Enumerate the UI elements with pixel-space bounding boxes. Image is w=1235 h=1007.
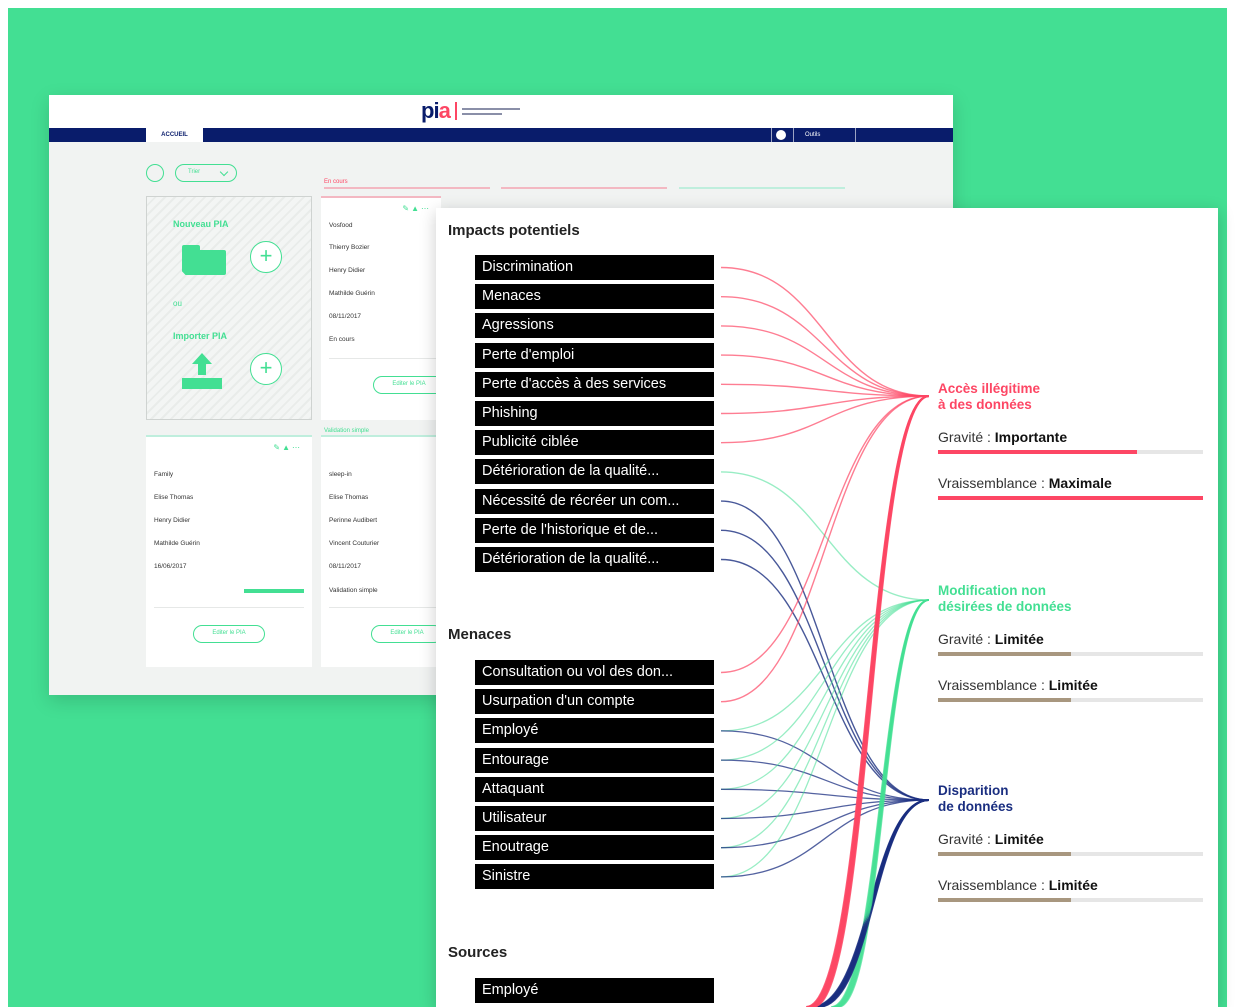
tag-item[interactable]: Agressions <box>475 313 714 339</box>
new-pia-label: Nouveau PIA <box>173 219 229 229</box>
tag-item[interactable]: Employé <box>475 718 714 744</box>
link-line <box>720 395 930 415</box>
menaces-heading: Menaces <box>448 626 512 643</box>
gravity-row: Gravité : Limitée <box>938 631 1044 647</box>
progress-bar <box>244 589 304 593</box>
level-fill <box>938 652 1071 656</box>
risk-title[interactable]: Modification non désirées de données <box>938 583 1072 615</box>
import-pia-label: Importer PIA <box>173 331 228 341</box>
risk-title[interactable]: Disparition de données <box>938 783 1013 815</box>
add-pia-button[interactable]: + <box>250 241 282 273</box>
tab-accueil[interactable]: ACCUEIL <box>146 128 203 142</box>
tag-item[interactable]: Phishing <box>475 401 714 426</box>
tag-item[interactable]: Détérioration de la qualité... <box>475 459 714 485</box>
tag-item[interactable]: Enoutrage <box>475 835 714 861</box>
risk-title[interactable]: Accès illégitime à des données <box>938 381 1040 413</box>
new-pia-card: Nouveau PIA + ou Importer PIA + <box>146 196 312 420</box>
tag-item[interactable]: Attaquant <box>475 776 714 802</box>
likelihood-row: Vraissemblance : Limitée <box>938 877 1098 893</box>
link-line <box>720 599 930 732</box>
tag-item[interactable]: Usurpation d'un compte <box>475 689 714 715</box>
status-heading: Validation simple <box>324 428 369 434</box>
or-label: ou <box>173 299 182 308</box>
tools-menu[interactable]: Outils <box>805 128 820 142</box>
level-fill <box>938 450 1137 454</box>
tag-item[interactable]: Perte d'emploi <box>475 342 714 368</box>
import-pia-button[interactable]: + <box>250 353 282 385</box>
gravity-row: Gravité : Importante <box>938 429 1068 445</box>
tag-item[interactable]: Utilisateur <box>475 806 714 831</box>
tag-item[interactable]: Entourage <box>475 747 714 773</box>
level-fill <box>938 852 1071 856</box>
tag-item[interactable]: Sinistre <box>475 864 714 890</box>
logo-wordmark: pia <box>421 98 451 123</box>
pia-card: ✎▲⋯ Vosfood Thierry Bozier Henry Didier … <box>321 196 445 420</box>
level-fill <box>938 496 1203 500</box>
impacts-heading: Impacts potentiels <box>448 222 580 239</box>
level-fill <box>938 898 1071 902</box>
pia-card: sleep-in Elise Thomas Perinne Audibert V… <box>321 435 443 667</box>
card-tools-icons[interactable]: ✎▲⋯ <box>273 443 302 452</box>
chevron-down-icon <box>219 167 229 177</box>
sources-heading: Sources <box>448 944 508 961</box>
app-header: pia <box>49 95 953 128</box>
pia-logo[interactable]: pia <box>421 98 520 123</box>
card-tools-icons[interactable]: ✎▲⋯ <box>402 204 431 213</box>
edit-pia-button[interactable]: Editer le PIA <box>193 625 265 643</box>
tag-item[interactable]: Publicité ciblée <box>475 430 714 456</box>
likelihood-row: Vraissemblance : Limitée <box>938 677 1098 693</box>
sort-dropdown[interactable]: Trier <box>175 164 237 182</box>
link-line <box>720 500 930 801</box>
tag-item[interactable]: Employé <box>475 978 714 1003</box>
link-line <box>720 599 930 878</box>
tag-item[interactable]: Perte d'accès à des services <box>475 371 714 397</box>
level-fill <box>938 698 1071 702</box>
link-line <box>720 296 930 397</box>
folder-icon <box>182 245 226 275</box>
tag-item[interactable]: Détérioration de la qualité... <box>475 547 714 572</box>
filter-icon[interactable] <box>146 164 164 182</box>
tag-item[interactable]: Perte de l'historique et de... <box>475 517 714 543</box>
gravity-row: Gravité : Limitée <box>938 831 1044 847</box>
edit-pia-button[interactable]: Editer le PIA <box>373 376 445 394</box>
tag-item[interactable]: Discrimination <box>475 255 714 280</box>
tag-item[interactable]: Consultation ou vol des don... <box>475 660 714 685</box>
edit-pia-button[interactable]: Editer le PIA <box>371 625 443 643</box>
link-line <box>720 266 930 397</box>
link-line <box>720 395 930 703</box>
link-line <box>720 395 930 674</box>
risk-mapping-panel: Impacts potentiels Discrimination Menaces… <box>436 208 1218 1007</box>
tag-item[interactable]: Nécessité de récréer un com... <box>475 488 714 514</box>
link-line <box>720 325 930 397</box>
globe-icon[interactable] <box>776 130 786 140</box>
link-line <box>720 599 930 820</box>
link-line <box>720 395 930 444</box>
upload-icon <box>182 353 222 391</box>
pia-card: ✎▲⋯ Family Elise Thomas Henry Didier Mat… <box>146 435 312 667</box>
status-heading: En cours <box>324 179 348 185</box>
likelihood-row: Vraissemblance : Maximale <box>938 475 1112 491</box>
tag-item[interactable]: Menaces <box>475 284 714 310</box>
